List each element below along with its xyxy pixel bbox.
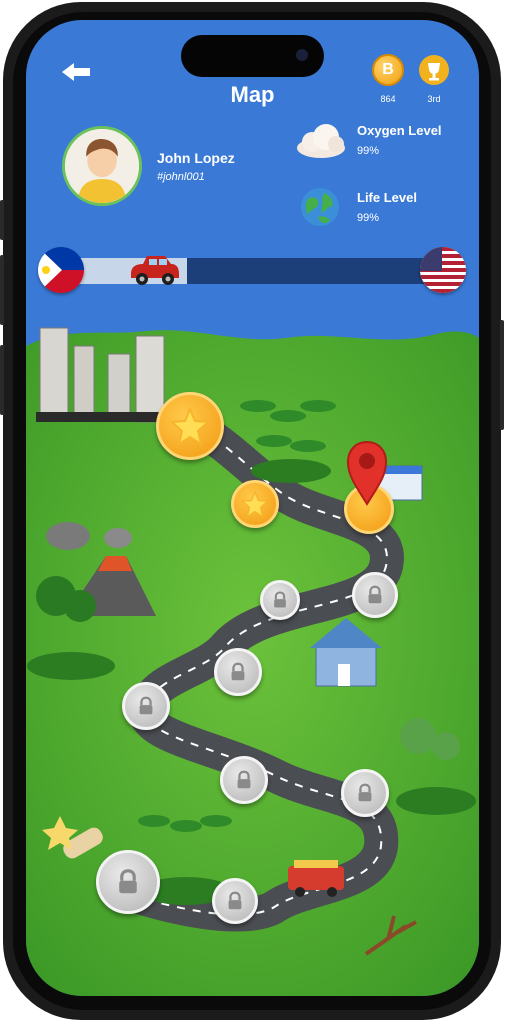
volume-up-button: [0, 200, 4, 240]
oxygen-level-label: Oxygen Level: [357, 123, 442, 138]
stage-1-star-button[interactable]: [156, 392, 224, 460]
rank-label: 3rd: [427, 94, 441, 104]
coin-count: 864: [380, 94, 396, 104]
lock-icon: [119, 869, 137, 894]
cloud-icon: [297, 124, 345, 158]
dynamic-island: [181, 35, 324, 77]
lock-icon: [139, 696, 153, 715]
stage-6-locked-button[interactable]: [214, 648, 262, 696]
lock-icon: [237, 770, 251, 789]
lock-icon: [228, 891, 242, 910]
user-name: John Lopez: [157, 150, 235, 166]
stage-2-star-button[interactable]: [231, 480, 279, 528]
star-icon: [170, 406, 210, 446]
lock-icon: [231, 662, 245, 681]
lock-icon: [368, 585, 382, 604]
stage-5-locked-button[interactable]: [260, 580, 300, 620]
trophy-icon[interactable]: [418, 54, 450, 86]
power-button: [500, 320, 504, 430]
star-icon: [241, 490, 269, 518]
volume-button: [0, 345, 4, 415]
avatar[interactable]: [62, 126, 142, 206]
location-pin-icon: [346, 440, 388, 506]
stage-9-locked-button[interactable]: [341, 769, 389, 817]
app-screen: Map B 864 3rd John Lopez #johnl001 Oxyge…: [26, 20, 479, 996]
earth-icon: [301, 188, 339, 226]
car-icon: [131, 256, 180, 285]
life-level-value: 99%: [357, 212, 380, 224]
avatar-image: [65, 129, 139, 203]
user-handle: #johnl001: [157, 171, 205, 183]
camera-icon: [296, 49, 308, 61]
back-arrow-icon[interactable]: [58, 60, 94, 84]
philippines-flag-icon: [38, 247, 84, 293]
lock-icon: [274, 591, 286, 608]
stage-4-locked-button[interactable]: [352, 572, 398, 618]
lock-icon: [358, 783, 372, 802]
stage-8-locked-button[interactable]: [220, 756, 268, 804]
page-title: Map: [230, 82, 275, 107]
usa-flag-icon: [420, 247, 466, 293]
volume-down-button: [0, 255, 4, 325]
journey-progress-bar: [52, 258, 462, 284]
stage-11-locked-button[interactable]: [96, 850, 160, 914]
life-level-label: Life Level: [357, 190, 417, 205]
stage-7-locked-button[interactable]: [122, 682, 170, 730]
coin-icon[interactable]: B: [372, 54, 404, 86]
stage-10-locked-button[interactable]: [212, 878, 258, 924]
oxygen-level-value: 99%: [357, 145, 380, 157]
